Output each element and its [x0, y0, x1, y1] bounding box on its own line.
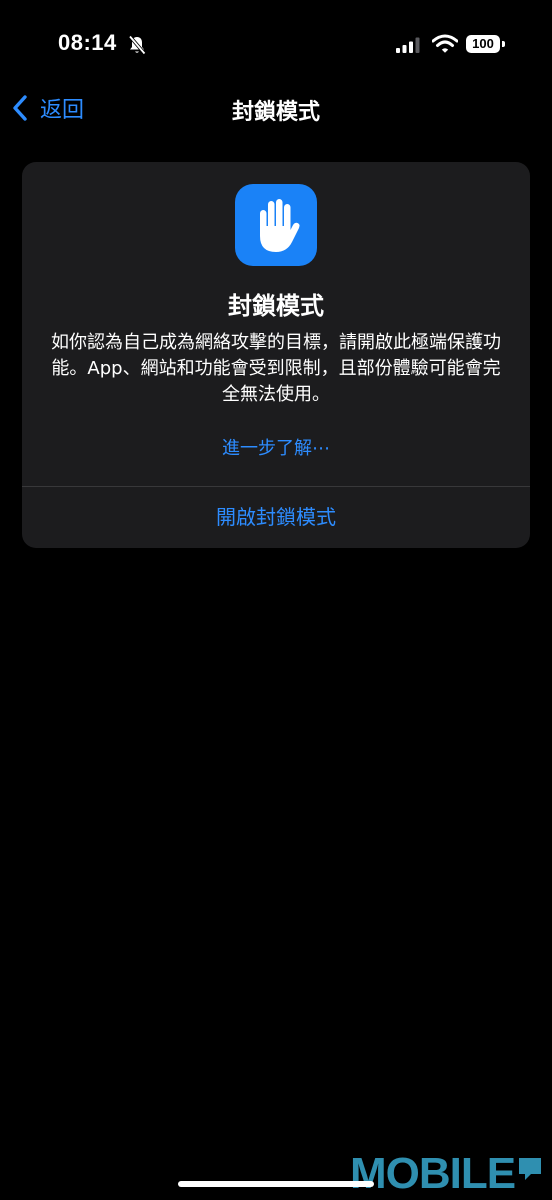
card-description: 如你認為自己成為網絡攻擊的目標，請開啟此極端保護功能。App、網站和功能會受到限…: [51, 332, 501, 405]
lockdown-icon-tile: [235, 184, 317, 266]
battery-icon: 100: [466, 35, 500, 53]
bell-off-icon: [128, 35, 146, 55]
speech-bubble-icon: [519, 1158, 542, 1180]
learn-more-link[interactable]: 進一步了解⋯: [22, 434, 530, 460]
watermark-text: MOBILE: [350, 1149, 516, 1198]
wifi-icon: [432, 34, 458, 53]
status-bar: 08:14 100: [0, 0, 552, 90]
navigation-bar: 返回 封鎖模式: [0, 80, 552, 136]
page-title: 封鎖模式: [231, 100, 320, 125]
status-time: 08:14: [58, 30, 117, 55]
lockdown-mode-card: 封鎖模式 如你認為自己成為網絡攻擊的目標，請開啟此極端保護功能。App、網站和功…: [22, 162, 530, 548]
card-title: 封鎖模式: [228, 292, 324, 320]
home-indicator[interactable]: [178, 1181, 374, 1187]
cellular-signal-icon: [396, 37, 420, 53]
enable-lockdown-button[interactable]: 開啟封鎖模式: [22, 487, 530, 548]
battery-tip: [502, 41, 505, 47]
raised-hand-icon: [260, 199, 300, 252]
watermark-logo: MOBILE: [350, 1148, 543, 1200]
